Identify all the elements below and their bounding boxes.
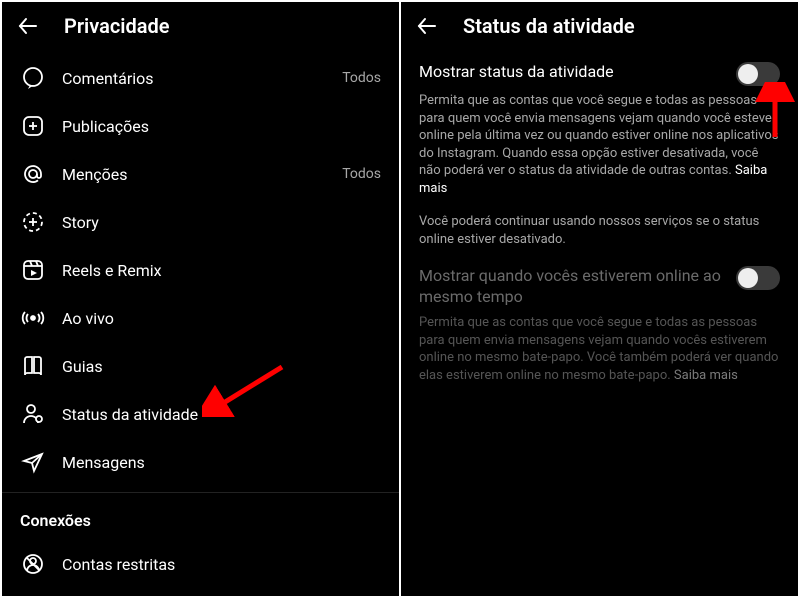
- setting-desc: Permita que as contas que você segue e t…: [419, 92, 780, 197]
- toggle-show-activity[interactable]: [736, 62, 780, 86]
- page-title: Status da atividade: [463, 14, 635, 38]
- row-label: Comentários: [62, 69, 342, 88]
- privacy-list: Comentários Todos Publicações Menções To…: [2, 48, 399, 588]
- comment-icon: [20, 65, 46, 91]
- row-label: Story: [62, 213, 381, 232]
- plus-box-icon: [20, 113, 46, 139]
- row-label: Mensagens: [62, 453, 381, 472]
- restricted-icon: [20, 551, 46, 577]
- row-story[interactable]: Story: [2, 198, 399, 246]
- row-label: Guias: [62, 357, 381, 376]
- row-value: Todos: [342, 70, 381, 86]
- row-posts[interactable]: Publicações: [2, 102, 399, 150]
- row-label: Reels e Remix: [62, 261, 381, 280]
- setting-show-same-time: Mostrar quando vocês estiverem online ao…: [401, 252, 798, 390]
- row-mentions[interactable]: Menções Todos: [2, 150, 399, 198]
- row-label: Menções: [62, 165, 342, 184]
- back-icon[interactable]: [16, 14, 40, 38]
- setting-title: Mostrar status da atividade: [419, 62, 626, 83]
- section-header-connections: Conexões: [2, 492, 399, 540]
- header: Status da atividade: [401, 2, 798, 48]
- row-label: Contas restritas: [62, 555, 381, 574]
- row-reels[interactable]: Reels e Remix: [2, 246, 399, 294]
- live-icon: [20, 305, 46, 331]
- note: Você poderá continuar usando nossos serv…: [401, 203, 798, 252]
- activity-status-icon: [20, 401, 46, 427]
- row-messages[interactable]: Mensagens: [2, 438, 399, 486]
- row-activity-status[interactable]: Status da atividade: [2, 390, 399, 438]
- setting-title: Mostrar quando vocês estiverem online ao…: [419, 266, 736, 308]
- toggle-show-same-time[interactable]: [736, 266, 780, 290]
- row-live[interactable]: Ao vivo: [2, 294, 399, 342]
- messages-icon: [20, 449, 46, 475]
- row-guides[interactable]: Guias: [2, 342, 399, 390]
- mention-icon: [20, 161, 46, 187]
- guides-icon: [20, 353, 46, 379]
- page-title: Privacidade: [64, 14, 170, 38]
- row-comments[interactable]: Comentários Todos: [2, 54, 399, 102]
- header: Privacidade: [2, 2, 399, 48]
- learn-more-link[interactable]: Saiba mais: [674, 368, 738, 383]
- privacy-screen: Privacidade Comentários Todos Publicaçõe…: [2, 2, 399, 596]
- setting-desc: Permita que as contas que você segue e t…: [419, 314, 780, 384]
- row-label: Status da atividade: [62, 405, 381, 424]
- reels-icon: [20, 257, 46, 283]
- row-label: Ao vivo: [62, 309, 381, 328]
- row-label: Publicações: [62, 117, 381, 136]
- activity-status-screen: Status da atividade Mostrar status da at…: [401, 2, 798, 596]
- back-icon[interactable]: [415, 14, 439, 38]
- row-restricted[interactable]: Contas restritas: [2, 540, 399, 588]
- story-icon: [20, 209, 46, 235]
- setting-show-activity: Mostrar status da atividade Permita que …: [401, 48, 798, 203]
- row-value: Todos: [342, 166, 381, 182]
